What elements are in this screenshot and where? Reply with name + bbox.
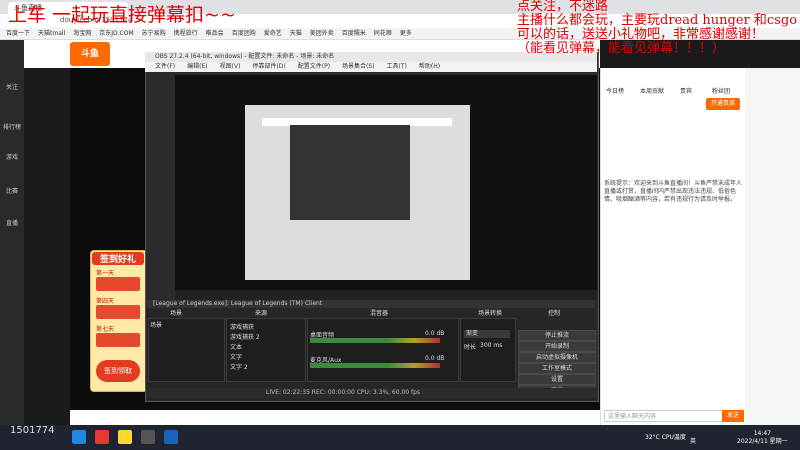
chat-panel — [600, 68, 746, 425]
system-clock[interactable]: 14:47 2022/4/11 星期一 — [737, 430, 788, 446]
overlay-line: 点关注，不迷路 — [517, 0, 609, 14]
browser-taskbar-icon[interactable] — [72, 430, 86, 444]
bookmark-item[interactable]: 苏宁易购 — [142, 28, 166, 39]
bookmark-item[interactable]: 更多 — [400, 28, 412, 39]
bookmark-item[interactable]: 淘宝网 — [73, 28, 91, 39]
stream-overlay-left: 上车 一起玩直接弹幕扣~~ — [8, 4, 236, 26]
obs-menu-item[interactable]: 编辑(E) — [187, 62, 207, 72]
bookmark-item[interactable]: 京东JD.COM — [99, 28, 133, 39]
bookmark-item[interactable]: 携程旅行 — [174, 28, 198, 39]
bookmark-item[interactable]: 天猫tmall — [38, 28, 65, 39]
obs-menu-item[interactable]: 文件(F) — [155, 62, 175, 72]
dock-controls-header: 控制 — [548, 310, 561, 317]
bookmark-item[interactable]: 同花顺 — [374, 28, 392, 39]
folder-taskbar-icon[interactable] — [118, 430, 132, 444]
signin-claim-button[interactable]: 签到领取 — [96, 360, 140, 382]
mixer-track-db: 0.0 dB — [425, 355, 445, 362]
bookmark-item[interactable]: 天猫 — [290, 28, 302, 39]
obs-menu-item[interactable]: 工具(T) — [387, 62, 407, 72]
douyu-logo[interactable]: 斗鱼 — [70, 42, 110, 66]
bookmark-item[interactable]: 美团外卖 — [310, 28, 334, 39]
cpu-temp: 32°C CPU温度 — [645, 434, 686, 441]
douyu-left-nav — [0, 40, 24, 425]
tab-week-contrib[interactable]: 本周贡献 — [640, 86, 664, 95]
noble-button[interactable]: 开通贵族 — [706, 98, 740, 110]
obs-status-text: LIVE: 02:22:35 REC: 00:00:00 CPU: 3.3%, … — [266, 389, 421, 396]
transition-duration-label: 时长 — [464, 344, 477, 351]
obs-menu-item[interactable]: 帮助(H) — [419, 62, 440, 72]
left-nav-live[interactable]: 直播 — [0, 218, 24, 227]
mixer-meter — [310, 363, 440, 368]
signin-reward-7 — [96, 333, 140, 347]
app-taskbar-icon[interactable] — [95, 430, 109, 444]
settings-button[interactable]: 设置 — [518, 374, 596, 385]
side-ad[interactable] — [745, 68, 800, 425]
transition-select[interactable]: 渐变 — [464, 330, 510, 338]
source-item[interactable]: 文字 — [230, 352, 242, 361]
bookmark-item[interactable]: 爱奇艺 — [264, 28, 282, 39]
ime-indicator[interactable]: 英 — [690, 436, 696, 445]
signin-title: 签到好礼 — [92, 252, 144, 265]
overlay-line: （能看见弹幕，能看见弹幕！！！） — [517, 41, 726, 56]
clock-date: 2022/4/11 星期一 — [737, 438, 788, 445]
overlay-line: 主播什么都会玩，主要玩dread hunger 和csgo — [517, 13, 798, 28]
stop-stream-button[interactable]: 停止推流 — [518, 330, 596, 341]
bookmark-item[interactable]: 百度糯米 — [342, 28, 366, 39]
obs-window-capture-label: [League of Legends.exe]: League of Legen… — [147, 300, 595, 308]
signin-day-7: 第七天 — [96, 326, 115, 333]
studio-mode-button[interactable]: 工作室模式 — [518, 363, 596, 374]
dock-mixer-header: 混音器 — [370, 310, 389, 317]
obs-menu-item[interactable]: 配置文件(P) — [298, 62, 330, 72]
clock-time: 14:47 — [753, 430, 771, 437]
signin-day-1: 第一天 — [96, 270, 115, 277]
signin-reward-1 — [96, 277, 140, 291]
source-item[interactable]: 游戏捕获 2 — [230, 332, 260, 341]
source-item[interactable]: 游戏捕获 — [230, 322, 254, 331]
send-button[interactable]: 发送 — [722, 410, 744, 422]
left-nav-match[interactable]: 比赛 — [0, 186, 24, 195]
dock-scenes-header: 场景 — [170, 310, 183, 317]
obs-menubar: 文件(F) 编辑(E) 视图(V) 停靠部件(D) 配置文件(P) 场景集合(S) 工具(T… — [145, 62, 597, 72]
mixer-panel — [307, 318, 459, 382]
steam-taskbar-icon[interactable] — [164, 430, 178, 444]
left-nav-rank[interactable]: 排行榜 — [0, 122, 24, 131]
dock-transition-header: 场景转换 — [478, 310, 503, 317]
left-nav-follow[interactable]: 关注 — [0, 82, 24, 91]
signin-day-4: 第四天 — [96, 298, 115, 305]
nested-obs — [290, 125, 410, 220]
mixer-track-db: 0.0 dB — [425, 330, 445, 337]
overlay-line: 可以的话，送送小礼物吧，非常感谢感谢！ — [517, 27, 765, 42]
bookmark-item[interactable]: 百度一下 — [6, 28, 30, 39]
bookmark-item[interactable]: 百度团购 — [232, 28, 256, 39]
viewer-count: 1501774 — [10, 425, 55, 436]
start-recording-button[interactable]: 开始录制 — [518, 341, 596, 352]
source-item[interactable]: 文本 — [230, 342, 242, 351]
nested-taskbar — [175, 290, 597, 300]
tab-fans[interactable]: 粉丝团 — [712, 86, 730, 95]
source-item[interactable]: 文字 2 — [230, 362, 248, 371]
obs-status-bar: LIVE: 02:22:35 REC: 00:00:00 CPU: 3.3%, … — [146, 388, 596, 398]
chat-system-message: 系统提示：欢迎来到斗鱼直播间！斗鱼严禁未成年人直播或打赏，直播间内严禁出现违法违… — [604, 180, 743, 203]
obs-menu-item[interactable]: 视图(V) — [220, 62, 241, 72]
obs-taskbar-icon[interactable] — [141, 430, 155, 444]
obs-menu-item[interactable]: 场景集合(S) — [342, 62, 375, 72]
obs-menu-item[interactable]: 停靠部件(D) — [252, 62, 285, 72]
dock-sources-header: 来源 — [255, 310, 268, 317]
transition-duration-input[interactable]: 300 ms — [480, 342, 502, 349]
virtual-camera-button[interactable]: 启动虚拟摄像机 — [518, 352, 596, 363]
mixer-meter — [310, 338, 440, 343]
signin-reward-4 — [96, 305, 140, 319]
tab-today-rank[interactable]: 今日榜 — [606, 86, 624, 95]
gift-bar — [70, 410, 600, 425]
left-nav-game[interactable]: 游戏 — [0, 152, 24, 161]
bookmark-item[interactable]: 唯品会 — [206, 28, 224, 39]
stream-overlay-right: 点关注，不迷路 主播什么都会玩，主要玩dread hunger 和csgo 可以… — [517, 0, 797, 56]
tab-vip[interactable]: 贵宾 — [680, 86, 692, 95]
scene-item[interactable]: 场景 — [150, 320, 162, 329]
